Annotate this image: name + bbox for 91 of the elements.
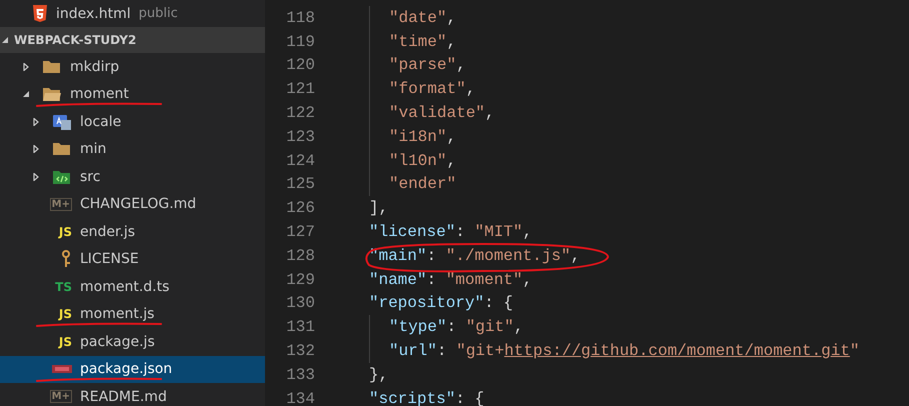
line-number: 133 bbox=[285, 366, 315, 384]
line-number: 122 bbox=[285, 104, 315, 122]
code-punctuation: , bbox=[446, 152, 456, 170]
code-string: "MIT" bbox=[474, 223, 523, 242]
folder-icon bbox=[42, 86, 62, 102]
tree-item[interactable]: LICENSE bbox=[0, 246, 265, 273]
code-string: "moment" bbox=[446, 270, 523, 289]
tree-item[interactable]: TS moment.d.ts bbox=[0, 273, 265, 300]
code-punctuation: , bbox=[466, 80, 476, 98]
code-key: "main" bbox=[369, 246, 427, 265]
code-string: "validate" bbox=[389, 104, 486, 122]
code-punctuation: : bbox=[455, 390, 466, 406]
code-link[interactable]: https://github.com/moment/moment.git bbox=[504, 342, 850, 360]
tree-item[interactable]: M+ CHANGELOG.md bbox=[0, 190, 265, 218]
code-string: "date" bbox=[389, 8, 447, 27]
code-punctuation: : bbox=[455, 223, 466, 242]
js-file-icon: JS bbox=[58, 307, 72, 322]
code-string: "time" bbox=[389, 32, 447, 51]
js-file-icon: JS bbox=[58, 334, 72, 349]
code-string: "parse" bbox=[389, 56, 456, 74]
line-number: 132 bbox=[285, 342, 315, 360]
ts-file-icon: TS bbox=[55, 280, 72, 294]
line-number: 120 bbox=[285, 56, 315, 74]
code-punctuation: : bbox=[426, 270, 436, 289]
line-number: 130 bbox=[285, 294, 315, 312]
code-string: "./moment.js" bbox=[446, 246, 571, 265]
code-punctuation: { bbox=[503, 294, 514, 312]
folder-icon bbox=[42, 58, 62, 75]
code-key: "type" bbox=[389, 318, 447, 336]
key-icon bbox=[60, 250, 72, 268]
code-punctuation: , bbox=[522, 223, 532, 242]
explorer-section-header[interactable]: WEBPACK-STUDY2 bbox=[0, 27, 265, 53]
code-punctuation: , bbox=[446, 32, 456, 51]
line-number: 121 bbox=[285, 80, 315, 98]
line-number: 127 bbox=[285, 223, 315, 242]
code-punctuation: : bbox=[437, 342, 447, 360]
markdown-file-icon: M+ bbox=[50, 198, 72, 211]
html5-icon bbox=[32, 4, 48, 22]
code-punctuation: ], bbox=[369, 199, 388, 218]
line-number: 118 bbox=[285, 8, 315, 27]
code-key: "repository" bbox=[369, 294, 484, 312]
code-string: "format" bbox=[389, 80, 466, 98]
tree-item[interactable]: JS package.js bbox=[0, 328, 265, 356]
line-number: 119 bbox=[285, 32, 315, 51]
tree-item[interactable]: src bbox=[0, 163, 265, 190]
code-string: " bbox=[850, 342, 860, 360]
line-number: 131 bbox=[285, 318, 315, 336]
tree-item[interactable]: JS ender.js bbox=[0, 218, 265, 246]
line-number: 126 bbox=[285, 199, 315, 218]
npm-icon bbox=[52, 365, 72, 374]
code-punctuation: }, bbox=[369, 366, 388, 384]
line-number: 125 bbox=[285, 175, 315, 194]
code-folder-icon bbox=[52, 168, 72, 185]
line-number: 134 bbox=[285, 390, 315, 406]
tree-item[interactable]: M+ README.md bbox=[0, 383, 265, 406]
code-punctuation: , bbox=[446, 128, 456, 146]
code-key: "name" bbox=[369, 270, 427, 289]
markdown-file-icon: M+ bbox=[50, 390, 72, 404]
code-string: "git" bbox=[466, 318, 514, 336]
code-punctuation: { bbox=[474, 390, 484, 406]
code-string: "i18n" bbox=[389, 128, 447, 146]
js-file-icon: JS bbox=[58, 224, 72, 239]
code-punctuation: , bbox=[485, 104, 495, 122]
tree-item[interactable]: locale bbox=[0, 108, 265, 136]
line-number: 128 bbox=[285, 246, 315, 265]
code-key: "scripts" bbox=[369, 390, 456, 406]
line-number: 129 bbox=[285, 270, 315, 289]
code-punctuation: , bbox=[522, 270, 532, 289]
tree-item[interactable]: mkdirp bbox=[0, 53, 265, 80]
code-key: "license" bbox=[369, 223, 456, 242]
tree-item[interactable]: moment bbox=[0, 80, 265, 108]
tree-item[interactable]: JS moment.js bbox=[0, 300, 265, 328]
code-string: "ender" bbox=[389, 175, 456, 194]
code-punctuation: : bbox=[446, 318, 456, 336]
line-number: 124 bbox=[285, 152, 315, 170]
folder-path: public bbox=[138, 6, 178, 21]
code-punctuation: , bbox=[514, 318, 524, 336]
tree-item[interactable]: min bbox=[0, 136, 265, 163]
tree-item[interactable]: package.json bbox=[0, 356, 265, 383]
code-punctuation: , bbox=[446, 8, 456, 27]
folder-icon bbox=[52, 141, 72, 158]
code-punctuation: , bbox=[570, 246, 580, 265]
code-punctuation: , bbox=[456, 56, 466, 74]
code-string: "git+ bbox=[456, 342, 504, 360]
file-name[interactable]: index.html bbox=[56, 6, 131, 22]
code-punctuation: : bbox=[426, 246, 436, 265]
code-key: "url" bbox=[389, 342, 438, 360]
line-number: 123 bbox=[285, 128, 315, 146]
code-punctuation: : bbox=[484, 294, 494, 312]
code-string: "l10n" bbox=[389, 152, 447, 170]
translate-folder-icon bbox=[52, 112, 72, 131]
